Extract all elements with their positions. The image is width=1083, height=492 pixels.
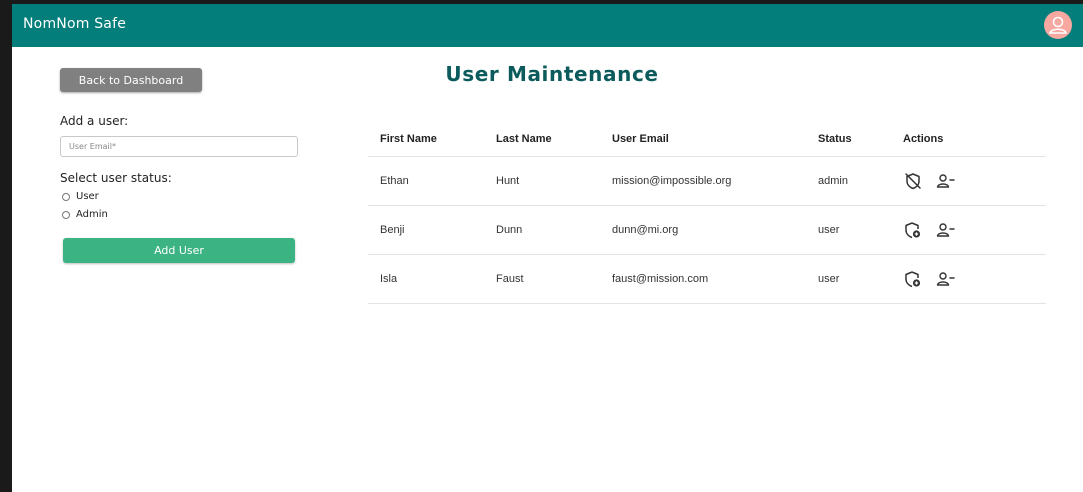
actions-cell bbox=[903, 157, 955, 205]
email-cell: mission@impossible.org bbox=[612, 175, 732, 187]
table-row: Ethan Hunt mission@impossible.org admin bbox=[368, 157, 1046, 206]
avatar[interactable] bbox=[1044, 11, 1072, 39]
table-row: Benji Dunn dunn@mi.org user bbox=[368, 206, 1046, 255]
user-email-input[interactable] bbox=[60, 136, 298, 157]
status-option-user[interactable]: User bbox=[62, 191, 99, 202]
radio-admin-label: Admin bbox=[76, 209, 108, 220]
header-user-email: User Email bbox=[612, 133, 669, 145]
last-name-cell: Faust bbox=[496, 273, 524, 285]
status-cell: user bbox=[818, 224, 840, 236]
table-row: Isla Faust faust@mission.com user bbox=[368, 255, 1046, 304]
user-avatar-icon bbox=[1049, 16, 1067, 34]
last-name-cell: Dunn bbox=[496, 224, 523, 236]
shield-off-icon[interactable] bbox=[903, 171, 923, 191]
add-user-label: Add a user: bbox=[60, 114, 129, 128]
users-table: First Name Last Name User Email Status A… bbox=[368, 122, 1046, 304]
header-status: Status bbox=[818, 133, 852, 145]
remove-user-icon[interactable] bbox=[935, 171, 955, 191]
email-cell: faust@mission.com bbox=[612, 273, 709, 285]
radio-user[interactable] bbox=[62, 192, 70, 201]
app-bar: NomNom Safe bbox=[12, 4, 1083, 47]
header-first-name: First Name bbox=[380, 133, 437, 145]
header-actions: Actions bbox=[903, 133, 944, 145]
remove-user-icon[interactable] bbox=[935, 269, 955, 289]
first-name-cell: Ethan bbox=[380, 175, 409, 187]
last-name-cell: Hunt bbox=[496, 175, 520, 187]
status-cell: admin bbox=[818, 175, 848, 187]
shield-plus-icon[interactable] bbox=[903, 269, 923, 289]
shield-plus-icon[interactable] bbox=[903, 220, 923, 240]
back-to-dashboard-button[interactable]: Back to Dashboard bbox=[60, 68, 202, 92]
first-name-cell: Isla bbox=[380, 273, 398, 285]
app-title: NomNom Safe bbox=[23, 16, 127, 32]
status-cell: user bbox=[818, 273, 840, 285]
radio-admin[interactable] bbox=[62, 210, 70, 219]
email-cell: dunn@mi.org bbox=[612, 224, 679, 236]
radio-user-label: User bbox=[76, 191, 99, 202]
add-user-button[interactable]: Add User bbox=[63, 238, 295, 263]
user-status-label: Select user status: bbox=[60, 171, 172, 185]
actions-cell bbox=[903, 255, 955, 303]
remove-user-icon[interactable] bbox=[935, 220, 955, 240]
table-header-row: First Name Last Name User Email Status A… bbox=[368, 122, 1046, 157]
actions-cell bbox=[903, 206, 955, 254]
header-last-name: Last Name bbox=[496, 133, 552, 145]
first-name-cell: Benji bbox=[380, 224, 405, 236]
status-option-admin[interactable]: Admin bbox=[62, 209, 108, 220]
page-title: User Maintenance bbox=[445, 62, 659, 86]
app-window: NomNom Safe Back to Dashboard User Maint… bbox=[12, 4, 1083, 492]
